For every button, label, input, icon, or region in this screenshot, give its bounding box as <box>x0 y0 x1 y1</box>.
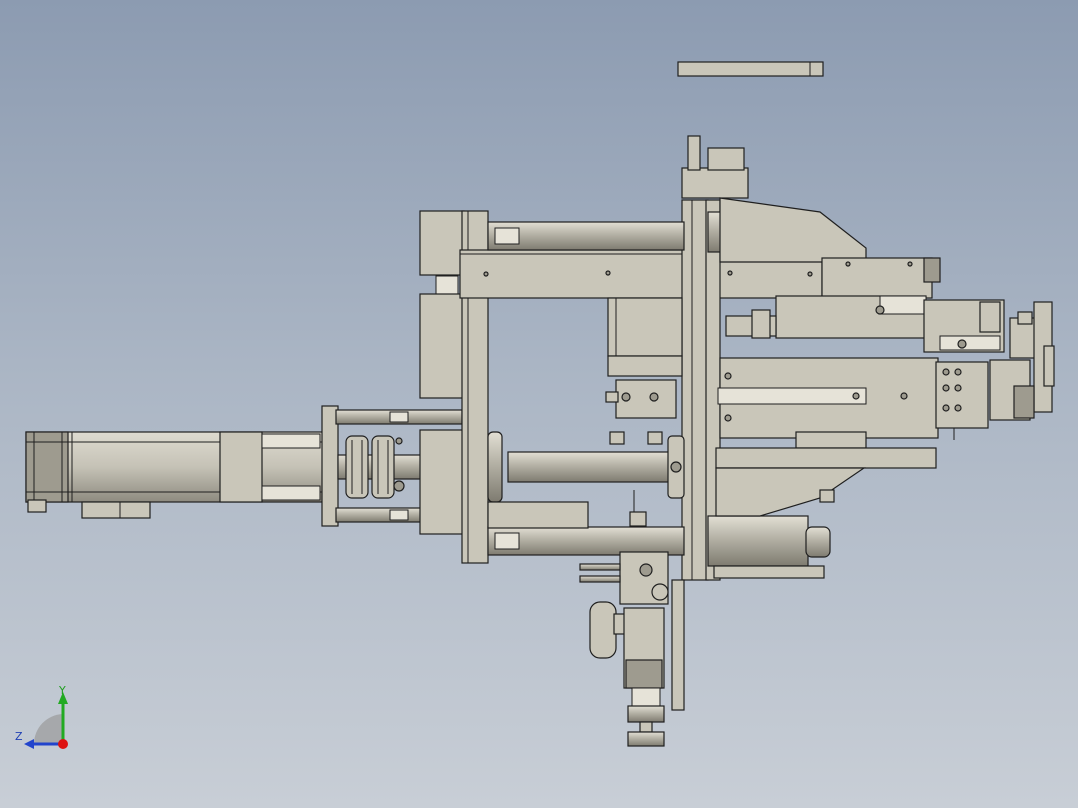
left-support-blocks <box>419 210 465 535</box>
linear-slide <box>715 197 989 517</box>
cad-model[interactable] <box>0 0 1078 808</box>
cad-viewport[interactable]: Y Z <box>0 0 1078 808</box>
pressure-regulator-assembly <box>579 551 685 747</box>
z-axis-label: Z <box>15 730 23 743</box>
servo-motor <box>25 431 327 519</box>
center-valve-blocks <box>487 297 683 529</box>
coordinate-triad: Y Z <box>12 684 82 752</box>
top-bar-part <box>677 61 824 77</box>
y-axis-label: Y <box>59 684 66 697</box>
